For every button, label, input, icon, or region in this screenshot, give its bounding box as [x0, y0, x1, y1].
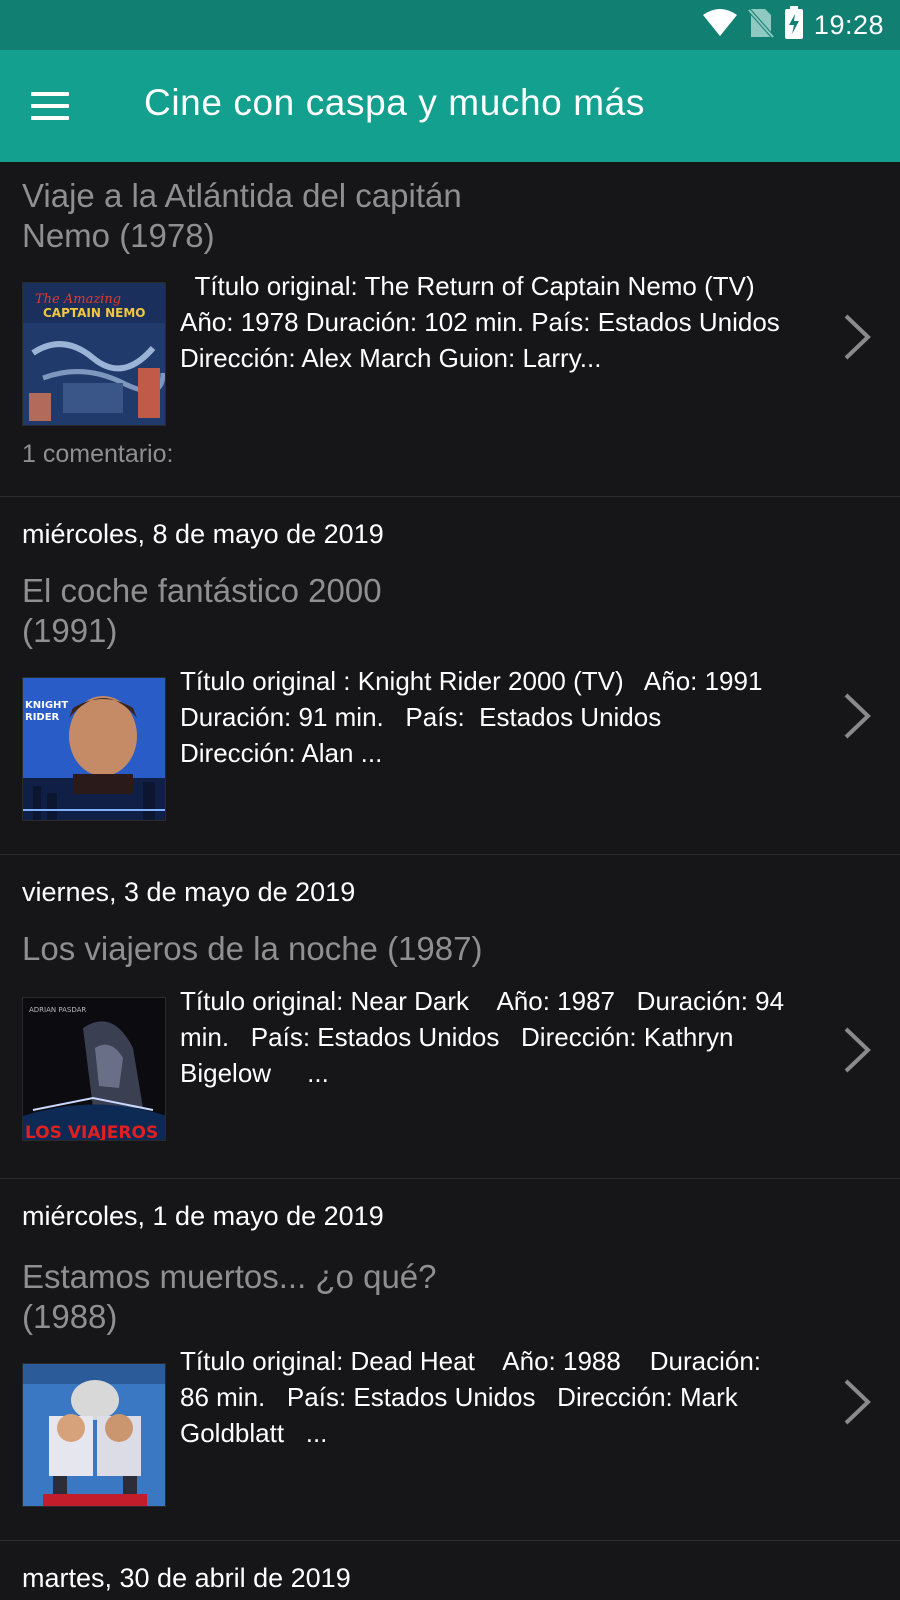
post-date: miércoles, 8 de mayo de 2019 [22, 519, 384, 549]
post-item[interactable]: miércoles, 8 de mayo de 2019 El coche fa… [0, 497, 900, 855]
post-title[interactable]: El coche fantástico 2000 (1991) [22, 571, 522, 651]
post-title[interactable]: Los viajeros de la noche (1987) [22, 929, 622, 969]
post-description: Título original : Knight Rider 2000 (TV)… [180, 666, 763, 768]
post-description: Título original: Near Dark Año: 1987 Dur… [180, 986, 785, 1088]
svg-text:ADRIAN PASDAR: ADRIAN PASDAR [29, 1006, 86, 1014]
post-item[interactable]: miércoles, 1 de mayo de 2019 Estamos mue… [0, 1179, 900, 1541]
svg-text:RIDER: RIDER [25, 712, 60, 723]
chevron-right-icon[interactable] [838, 681, 878, 751]
poster-near-dark-image: LOS VIAJEROS ADRIAN PASDAR [23, 998, 165, 1141]
poster-knight-rider-image: KNIGHT RIDER [23, 678, 165, 820]
status-time: 19:28 [813, 9, 884, 40]
chevron-right-icon[interactable] [838, 1015, 878, 1085]
hamburger-menu-icon[interactable] [22, 78, 78, 134]
post-thumbnail[interactable]: LOS VIAJEROS ADRIAN PASDAR [22, 997, 166, 1141]
svg-text:KNIGHT: KNIGHT [25, 700, 68, 711]
svg-text:LOS VIAJEROS: LOS VIAJEROS [25, 1123, 158, 1141]
post-description: Título original: Dead Heat Año: 1988 Dur… [180, 1346, 762, 1448]
poster-captain-nemo-image: The Amazing CAPTAIN NEMO [23, 283, 165, 425]
poster-dead-heat-image [23, 1364, 165, 1506]
svg-text:CAPTAIN NEMO: CAPTAIN NEMO [43, 306, 146, 320]
battery-charging-icon [784, 6, 804, 44]
post-item[interactable]: viernes, 3 de mayo de 2019 Los viajeros … [0, 855, 900, 1179]
post-title[interactable]: Estamos muertos... ¿o qué? (1988) [22, 1257, 522, 1337]
app-title: Cine con caspa y mucho más [144, 82, 645, 123]
post-feed[interactable]: Viaje a la Atlántida del capitán Nemo (1… [0, 162, 900, 1600]
chevron-right-icon[interactable] [838, 302, 878, 372]
svg-text:The Amazing: The Amazing [35, 292, 121, 307]
post-item[interactable]: martes, 30 de abril de 2019 [0, 1541, 900, 1600]
status-bar: 19:28 [0, 0, 900, 50]
post-description: Título original: The Return of Captain N… [180, 271, 780, 373]
no-sim-icon [747, 7, 775, 43]
comment-count[interactable]: 1 comentario: [22, 440, 173, 469]
post-title[interactable]: Viaje a la Atlántida del capitán Nemo (1… [22, 176, 522, 256]
wifi-icon [702, 9, 738, 41]
post-date: viernes, 3 de mayo de 2019 [22, 877, 356, 907]
post-item[interactable]: Viaje a la Atlántida del capitán Nemo (1… [0, 162, 900, 497]
post-date: martes, 30 de abril de 2019 [22, 1563, 351, 1593]
chevron-right-icon[interactable] [838, 1367, 878, 1437]
post-date: miércoles, 1 de mayo de 2019 [22, 1201, 384, 1231]
post-thumbnail[interactable]: The Amazing CAPTAIN NEMO [22, 282, 166, 426]
status-icons: 19:28 [702, 6, 884, 44]
post-thumbnail[interactable] [22, 1363, 166, 1507]
post-thumbnail[interactable]: KNIGHT RIDER [22, 677, 166, 821]
app-bar: Cine con caspa y mucho más [0, 50, 900, 162]
